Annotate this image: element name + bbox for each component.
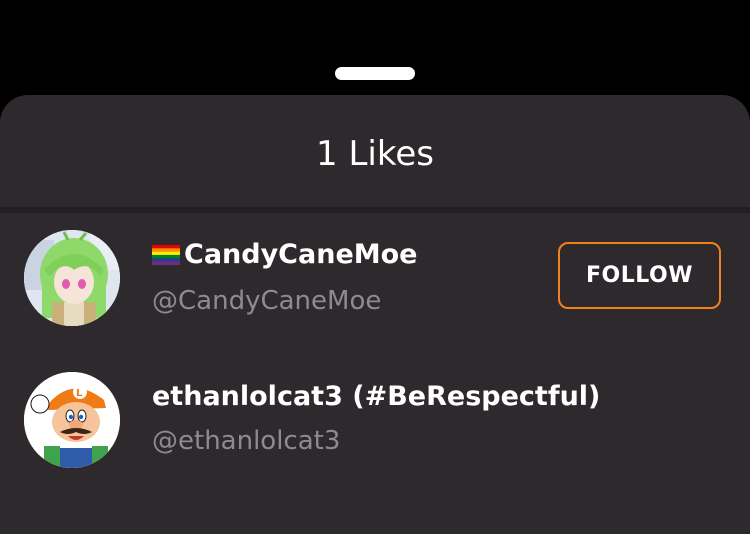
user-display-name: ethanlolcat3 (#BeRespectful) (152, 381, 601, 412)
likes-screen: 1 Likes CandyCaneMoe @CandyCaneMoe FOLLO… (0, 0, 750, 534)
likes-count-title: 1 Likes (316, 134, 434, 174)
user-display-name-row[interactable]: CandyCaneMoe (152, 239, 417, 270)
user-handle: @CandyCaneMoe (152, 286, 382, 316)
sheet-header: 1 Likes (0, 95, 750, 207)
rainbow-flag-icon (152, 244, 180, 265)
list-item[interactable]: L ethanlolcat3 (#BeRespectful) @ethanlol… (0, 353, 750, 473)
user-handle: @ethanlolcat3 (152, 426, 341, 456)
anime-girl-avatar-image (24, 230, 120, 326)
plumber-character-avatar-image: L (24, 372, 120, 468)
svg-text:L: L (76, 388, 83, 399)
drag-handle[interactable] (335, 67, 415, 80)
user-display-name: CandyCaneMoe (184, 239, 418, 270)
avatar[interactable]: L (24, 372, 120, 468)
avatar[interactable] (24, 230, 120, 326)
likes-sheet: 1 Likes CandyCaneMoe @CandyCaneMoe FOLLO… (0, 95, 750, 534)
follow-button[interactable]: FOLLOW (558, 242, 721, 309)
user-display-name-row[interactable]: ethanlolcat3 (#BeRespectful) (152, 381, 600, 412)
